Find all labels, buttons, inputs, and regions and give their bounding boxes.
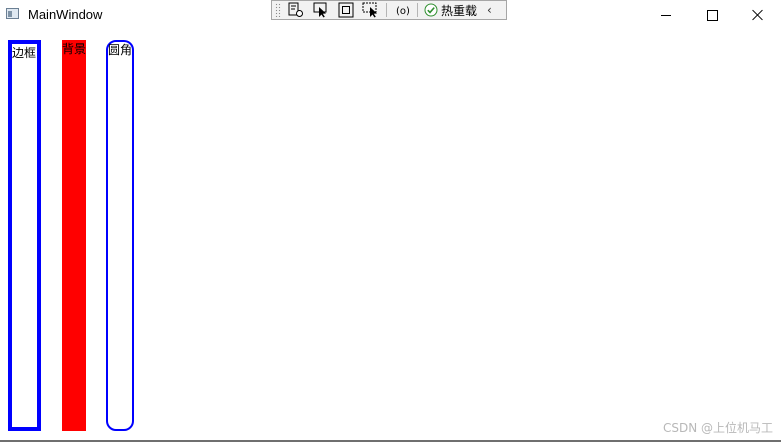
corner-radius-demo-label: 圆角 (108, 43, 133, 57)
window-app-icon[interactable] (6, 8, 19, 19)
background-demo (62, 40, 86, 431)
toolbar-grip-icon[interactable] (275, 3, 281, 17)
select-element-icon[interactable] (311, 1, 331, 19)
window-title: MainWindow (28, 7, 103, 22)
title-bar[interactable]: MainWindow (o) 热重载 ‹ (0, 0, 781, 30)
minimize-button[interactable] (643, 0, 689, 30)
watermark: CSDN @上位机马工 (662, 421, 773, 435)
maximize-icon (706, 9, 718, 21)
border-demo (8, 40, 41, 431)
close-button[interactable] (735, 0, 781, 30)
background-demo-label: 背景 (62, 42, 87, 56)
main-window: MainWindow (o) 热重载 ‹ 边框 背景 圆角 CSDN @上位机马… (0, 0, 781, 440)
display-layout-adorners-icon[interactable] (336, 1, 356, 19)
maximize-button[interactable] (689, 0, 735, 30)
hot-reload-label: 热重载 (441, 3, 478, 18)
toolbar-separator (417, 3, 418, 17)
wpf-runtime-toolbar[interactable]: (o) 热重载 ‹ (271, 0, 507, 20)
binding-failures-icon[interactable]: (o) (392, 1, 412, 19)
minimize-icon (661, 14, 671, 16)
border-demo-label: 边框 (12, 46, 37, 60)
live-visual-tree-icon[interactable] (286, 1, 306, 19)
corner-radius-demo (106, 40, 134, 431)
svg-text:(o): (o) (396, 6, 409, 17)
chevron-left-icon[interactable]: ‹ (487, 3, 492, 17)
track-focus-icon[interactable] (361, 1, 381, 19)
toolbar-separator (386, 3, 387, 17)
close-icon (752, 9, 764, 21)
checkmark-icon (424, 3, 438, 17)
hot-reload-button[interactable]: 热重载 (424, 2, 477, 19)
